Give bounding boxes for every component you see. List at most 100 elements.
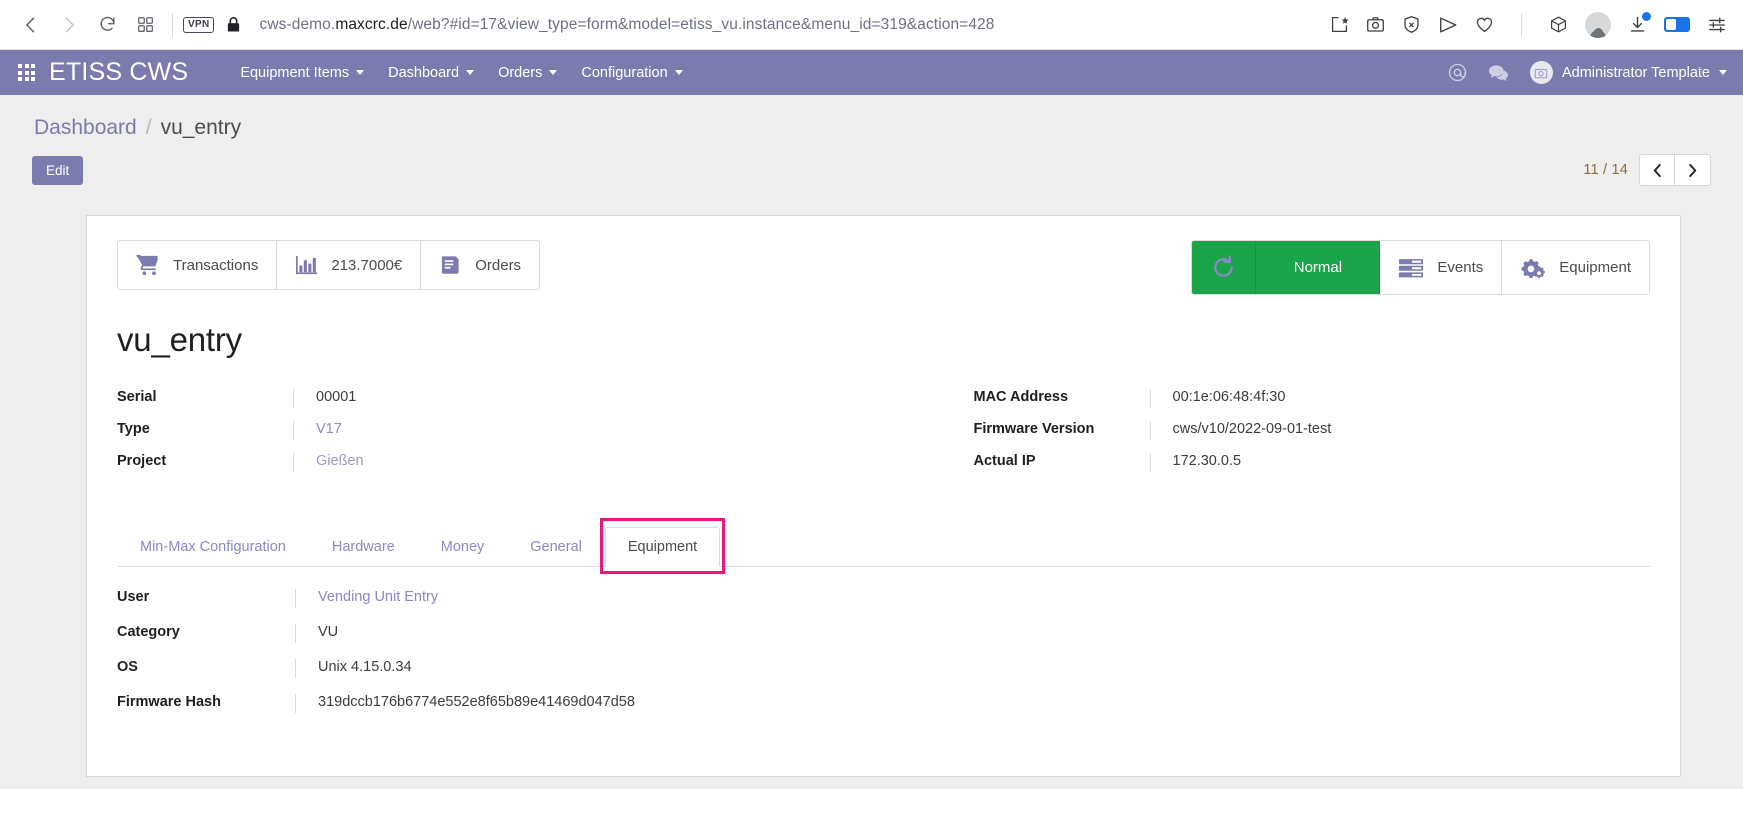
breadcrumb-current: vu_entry	[160, 116, 242, 139]
field-row: Type V17	[117, 421, 884, 440]
forward-icon[interactable]	[52, 8, 86, 42]
shopping-cart-icon	[136, 254, 160, 276]
profile-avatar-icon[interactable]	[1585, 11, 1611, 38]
field-row: User Vending Unit Entry	[117, 589, 1650, 608]
menu-equipment-items[interactable]: Equipment Items	[228, 59, 376, 87]
reload-icon[interactable]	[90, 8, 124, 42]
field-row: Serial 00001	[117, 389, 884, 408]
control-panel-row: Edit 11 / 14	[0, 140, 1743, 186]
field-row: OS Unix 4.15.0.34	[117, 659, 1650, 678]
field-label: Actual IP	[973, 453, 1036, 469]
pager-buttons	[1639, 154, 1711, 186]
edit-button[interactable]: Edit	[32, 155, 84, 185]
stat-buttons-left: Transactions 213.7000€ Orders	[117, 240, 541, 290]
app-navbar: ETISS CWS Equipment Items Dashboard Orde…	[0, 50, 1743, 95]
menu-configuration[interactable]: Configuration	[569, 59, 694, 87]
field-value-project[interactable]: Gießen	[293, 453, 884, 472]
field-value-user[interactable]: Vending Unit Entry	[295, 589, 1650, 608]
orders-button[interactable]: Orders	[421, 241, 539, 289]
record-pager: 11 / 14	[1583, 154, 1711, 186]
toolbar-divider	[172, 12, 173, 37]
browser-nav-buttons	[14, 8, 162, 42]
tab-general[interactable]: General	[507, 527, 605, 567]
chevron-down-icon	[1719, 70, 1727, 75]
tab-min-max-configuration[interactable]: Min-Max Configuration	[117, 527, 309, 567]
field-row: Category VU	[117, 624, 1650, 643]
field-value-mac-address: 00:1e:06:48:4f:30	[1149, 389, 1651, 408]
tab-equipment[interactable]: Equipment	[604, 527, 721, 567]
notebook: Min-Max Configuration Hardware Money Gen…	[117, 518, 1650, 713]
extensions-divider	[1521, 12, 1522, 37]
user-name: Administrator Template	[1561, 64, 1710, 81]
money-stat-button[interactable]: 213.7000€	[277, 241, 422, 289]
chat-bubble-icon[interactable]	[1488, 63, 1510, 83]
url-prefix: cws-demo.	[259, 15, 336, 33]
url-bar[interactable]: cws-demo.maxcrc.de/web?#id=17&view_type=…	[259, 16, 994, 34]
main-menu: Equipment Items Dashboard Orders Configu…	[228, 59, 694, 87]
field-label: Category	[117, 624, 180, 640]
at-mention-icon[interactable]	[1447, 62, 1468, 83]
stat-button-label: Equipment	[1559, 259, 1631, 276]
url-host: maxcrc.de	[335, 15, 408, 33]
stat-button-label: Orders	[475, 256, 522, 274]
control-panel: Dashboard / vu_entry Edit 11 / 14	[0, 95, 1743, 215]
cube-icon[interactable]	[1549, 15, 1568, 34]
back-icon[interactable]	[14, 8, 48, 42]
field-row: Firmware Hash 319dccb176b6774e552e8f65b8…	[117, 694, 1650, 713]
field-label: Firmware Version	[973, 421, 1095, 437]
grid-tabs-icon[interactable]	[128, 8, 162, 42]
bar-chart-icon	[295, 255, 318, 276]
menu-label: Dashboard	[388, 64, 460, 81]
lock-icon[interactable]	[226, 16, 241, 33]
shield-x-icon[interactable]	[1402, 15, 1421, 34]
user-menu[interactable]: Administrator Template	[1529, 61, 1727, 84]
form-sheet: Transactions 213.7000€ Orders Normal Eve…	[86, 215, 1681, 777]
menu-orders[interactable]: Orders	[486, 59, 569, 87]
field-row: Firmware Version cws/v10/2022-09-01-test	[974, 421, 1651, 440]
field-value-firmware-hash: 319dccb176b6774e552e8f65b89e41469d047d58	[295, 694, 1650, 713]
chevron-down-icon	[549, 70, 558, 75]
menu-label: Configuration	[581, 64, 668, 81]
pager-next-button[interactable]	[1675, 154, 1711, 186]
camera-icon[interactable]	[1366, 15, 1385, 34]
tab-pane-equipment: User Vending Unit Entry Category VU OS U…	[117, 567, 1650, 713]
equipment-button[interactable]: Equipment	[1502, 241, 1649, 294]
bookmark-star-icon[interactable]	[1330, 15, 1349, 34]
field-value-os: Unix 4.15.0.34	[295, 659, 1650, 678]
page-title: vu_entry	[117, 321, 242, 358]
events-button[interactable]: Events	[1380, 241, 1503, 294]
pager-previous-button[interactable]	[1639, 154, 1675, 186]
chevron-down-icon	[356, 70, 365, 75]
tab-money[interactable]: Money	[418, 527, 508, 567]
heart-icon[interactable]	[1475, 15, 1494, 34]
send-icon[interactable]	[1438, 15, 1458, 35]
status-refresh-button[interactable]	[1192, 241, 1257, 294]
download-badge	[1642, 12, 1651, 21]
field-value-actual-ip: 172.30.0.5	[1149, 453, 1651, 472]
page-bottom-spacer	[0, 789, 1743, 807]
brand-title[interactable]: ETISS CWS	[49, 58, 188, 87]
field-value-firmware-version: cws/v10/2022-09-01-test	[1149, 421, 1651, 440]
book-orders-icon	[439, 255, 462, 276]
field-value-category: VU	[295, 624, 1650, 643]
menu-dashboard[interactable]: Dashboard	[376, 59, 486, 87]
field-row: Project Gießen	[117, 453, 884, 472]
settings-sliders-icon[interactable]	[1707, 15, 1727, 35]
battery-icon[interactable]	[1664, 17, 1690, 32]
download-icon[interactable]	[1628, 12, 1651, 34]
field-label: MAC Address	[973, 389, 1069, 405]
field-value-serial: 00001	[293, 389, 884, 408]
breadcrumb-separator: /	[145, 116, 152, 139]
field-label: Firmware Hash	[117, 694, 221, 710]
status-badge[interactable]: Normal	[1256, 241, 1381, 294]
fields-column-left: Serial 00001 Type V17 Project Gießen	[117, 389, 884, 485]
form-sheet-background: Transactions 213.7000€ Orders Normal Eve…	[0, 215, 1743, 789]
breadcrumb-root[interactable]: Dashboard	[34, 116, 137, 140]
field-value-type[interactable]: V17	[293, 421, 884, 440]
user-avatar-icon	[1529, 61, 1553, 84]
transactions-button[interactable]: Transactions	[118, 241, 278, 289]
tab-hardware[interactable]: Hardware	[309, 527, 418, 567]
events-list-icon	[1398, 257, 1424, 279]
browser-extension-icons	[1330, 11, 1729, 38]
apps-grid-icon[interactable]	[18, 64, 35, 81]
